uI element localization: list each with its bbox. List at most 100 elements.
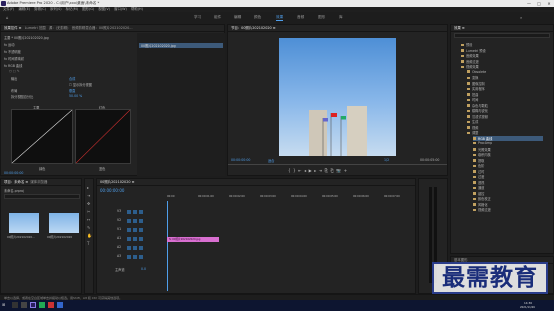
tab-media-browser[interactable]: 媒体浏览器 <box>30 180 47 184</box>
menu-sequence[interactable]: 序列(S) <box>50 7 62 11</box>
effect-folder-item[interactable]: 实用程序 <box>467 86 485 91</box>
track-eye-icon[interactable] <box>139 218 143 223</box>
clock-time[interactable]: 14:36 <box>524 301 532 305</box>
track-sync-icon[interactable] <box>133 209 137 214</box>
effect-folder-item[interactable]: 图像控制 <box>467 81 485 86</box>
track-eye-icon[interactable] <box>139 227 143 232</box>
tab-project[interactable]: 项目：未命名 ≡ <box>4 180 28 184</box>
taskbar-app-6-icon[interactable] <box>57 302 63 308</box>
fit-select[interactable]: 适合 <box>268 158 274 163</box>
tab-learn[interactable]: 学习 <box>194 15 201 20</box>
source-label[interactable]: 主要 * 00照片202102020.jpg <box>4 35 49 40</box>
effect-folder-item[interactable]: 模糊与锐化 <box>467 108 488 113</box>
tab-libraries[interactable]: 库 <box>339 15 343 20</box>
effect-row-motion[interactable]: fx 运动 <box>4 42 14 47</box>
effect-folder-item[interactable]: 光照效果 <box>473 147 491 152</box>
track-lock-icon[interactable] <box>127 209 131 214</box>
razor-tool-icon[interactable]: ✂ <box>87 209 90 214</box>
track-lock-icon[interactable] <box>127 245 131 250</box>
program-timecode-left[interactable]: 00:00:00:00 <box>231 158 250 162</box>
effect-folder-item[interactable]: 时间 <box>467 97 478 102</box>
type-tool-icon[interactable]: T <box>87 241 89 246</box>
track-eye-icon[interactable] <box>139 254 143 259</box>
track-eye-icon[interactable] <box>139 245 143 250</box>
track-header[interactable]: V3 <box>111 209 163 214</box>
transport-controls[interactable]: { } ⇤ ◂ ▶ ▸ ⇥ ⎘ ⎗ 📷 + <box>288 168 347 173</box>
effect-timeline-area[interactable]: 00照片202102020.jpg <box>137 33 225 176</box>
track-sync-icon[interactable] <box>133 227 137 232</box>
minimize-button[interactable]: — <box>524 0 534 7</box>
tab-lumetri-scopes[interactable]: Lumetri 范围 <box>25 26 46 30</box>
quality-select[interactable]: 1/2 <box>384 158 389 162</box>
program-scrubber[interactable] <box>228 164 447 165</box>
tab-source[interactable]: 源：(无剪辑) <box>49 26 69 30</box>
track-header[interactable]: A3 <box>111 254 163 259</box>
taskbar-app-1-icon[interactable] <box>12 302 18 308</box>
effect-folder-item[interactable]: 过渡 <box>473 174 484 179</box>
menu-graphics[interactable]: 图形(G) <box>82 7 94 11</box>
timeline-timecode[interactable]: 00:00:00:00 <box>100 188 124 193</box>
track-lock-icon[interactable] <box>127 218 131 223</box>
effect-row-time-remap[interactable]: fx 时间重映射 <box>4 56 24 61</box>
effect-folder-item[interactable]: 风格化 <box>473 202 488 207</box>
timeline-ruler[interactable]: 00:00 00:00:01:00 00:00:02:00 00:00:03:00 00… <box>167 195 415 200</box>
show-split-checkbox[interactable]: ☐ 显示拆分视图 <box>69 82 92 87</box>
effect-folder-item[interactable]: 视频 <box>467 125 478 130</box>
home-icon[interactable]: ⌂ <box>6 15 9 20</box>
tab-graphics[interactable]: 图形 <box>318 15 325 20</box>
effect-folder-item[interactable]: 杂色与颗粒 <box>467 103 488 108</box>
output-select[interactable]: 合成 <box>69 76 75 81</box>
effect-folder-item[interactable]: 提取 <box>473 158 484 163</box>
effect-folder-item[interactable]: 预设 <box>461 42 472 47</box>
effect-folder-item[interactable]: 卷积内核 <box>473 152 491 157</box>
effect-folder-item[interactable]: 音频过渡 <box>461 59 479 64</box>
tab-audio[interactable]: 音频 <box>297 15 304 20</box>
master-curve-graph[interactable] <box>11 109 73 164</box>
layout-select[interactable]: 垂直 <box>69 88 75 93</box>
menu-edit[interactable]: 编辑(E) <box>18 7 30 11</box>
effect-folder-item[interactable]: 沉浸式视频 <box>467 114 488 119</box>
tab-color[interactable]: 颜色 <box>254 15 261 20</box>
selection-tool-icon[interactable]: ▸ <box>87 185 89 190</box>
project-search-input[interactable] <box>4 194 80 199</box>
track-eye-icon[interactable] <box>139 209 143 214</box>
menu-marker[interactable]: 标记(M) <box>66 7 78 11</box>
track-lock-icon[interactable] <box>127 236 131 241</box>
ripple-edit-icon[interactable]: ✥ <box>87 201 90 206</box>
project-item-thumb-2[interactable] <box>49 213 79 233</box>
taskbar-app-4-icon[interactable] <box>39 302 45 308</box>
timeline-title[interactable]: 00照片202102020 ≡ <box>100 180 134 184</box>
effect-row-rgb-curves[interactable]: fx RGB 曲线 <box>4 63 22 68</box>
track-lock-icon[interactable] <box>127 227 131 232</box>
effects-search-input[interactable] <box>454 33 550 38</box>
master-track-value[interactable]: 0.0 <box>141 267 146 271</box>
timeline-clip[interactable]: fx 00照片202102020.jpg <box>167 237 219 242</box>
track-header[interactable]: V1 <box>111 227 163 232</box>
effect-timecode[interactable]: 00:00:00:00 <box>4 171 23 175</box>
effect-folder-item[interactable]: 颜色校正 <box>473 196 491 201</box>
effect-folder-item[interactable]: 扭曲 <box>467 92 478 97</box>
project-item-thumb-1[interactable] <box>9 213 39 233</box>
search-icon[interactable]: ⌕ <box>520 15 522 20</box>
track-lock-icon[interactable] <box>127 254 131 259</box>
playhead[interactable] <box>167 201 168 291</box>
tab-audio-mixer[interactable]: 音频剪辑混合器：00照片202102020... <box>72 26 133 30</box>
menu-window[interactable]: 窗口(W) <box>114 7 127 11</box>
effect-folder-item[interactable]: 键控 <box>473 191 484 196</box>
menu-clip[interactable]: 剪辑(C) <box>34 7 46 11</box>
program-video-frame[interactable] <box>279 38 396 156</box>
maximize-button[interactable]: □ <box>534 0 544 7</box>
track-eye-icon[interactable] <box>139 236 143 241</box>
effect-folder-item[interactable]: 视频效果 <box>461 64 479 69</box>
track-sync-icon[interactable] <box>133 254 137 259</box>
mask-tools[interactable]: ○ □ ✎ <box>9 69 20 73</box>
effect-folder-item[interactable]: 过时 <box>473 169 484 174</box>
track-header[interactable]: A1 <box>111 236 163 241</box>
tab-editing[interactable]: 编辑 <box>234 15 241 20</box>
effects-title[interactable]: 效果 ≡ <box>454 26 465 30</box>
track-header[interactable]: V2 <box>111 218 163 223</box>
tab-effects[interactable]: 效果 <box>276 15 284 21</box>
red-curve-graph[interactable] <box>75 109 131 164</box>
taskbar-app-2-icon[interactable] <box>21 302 27 308</box>
windows-start-icon[interactable]: ⊞ <box>2 302 5 307</box>
